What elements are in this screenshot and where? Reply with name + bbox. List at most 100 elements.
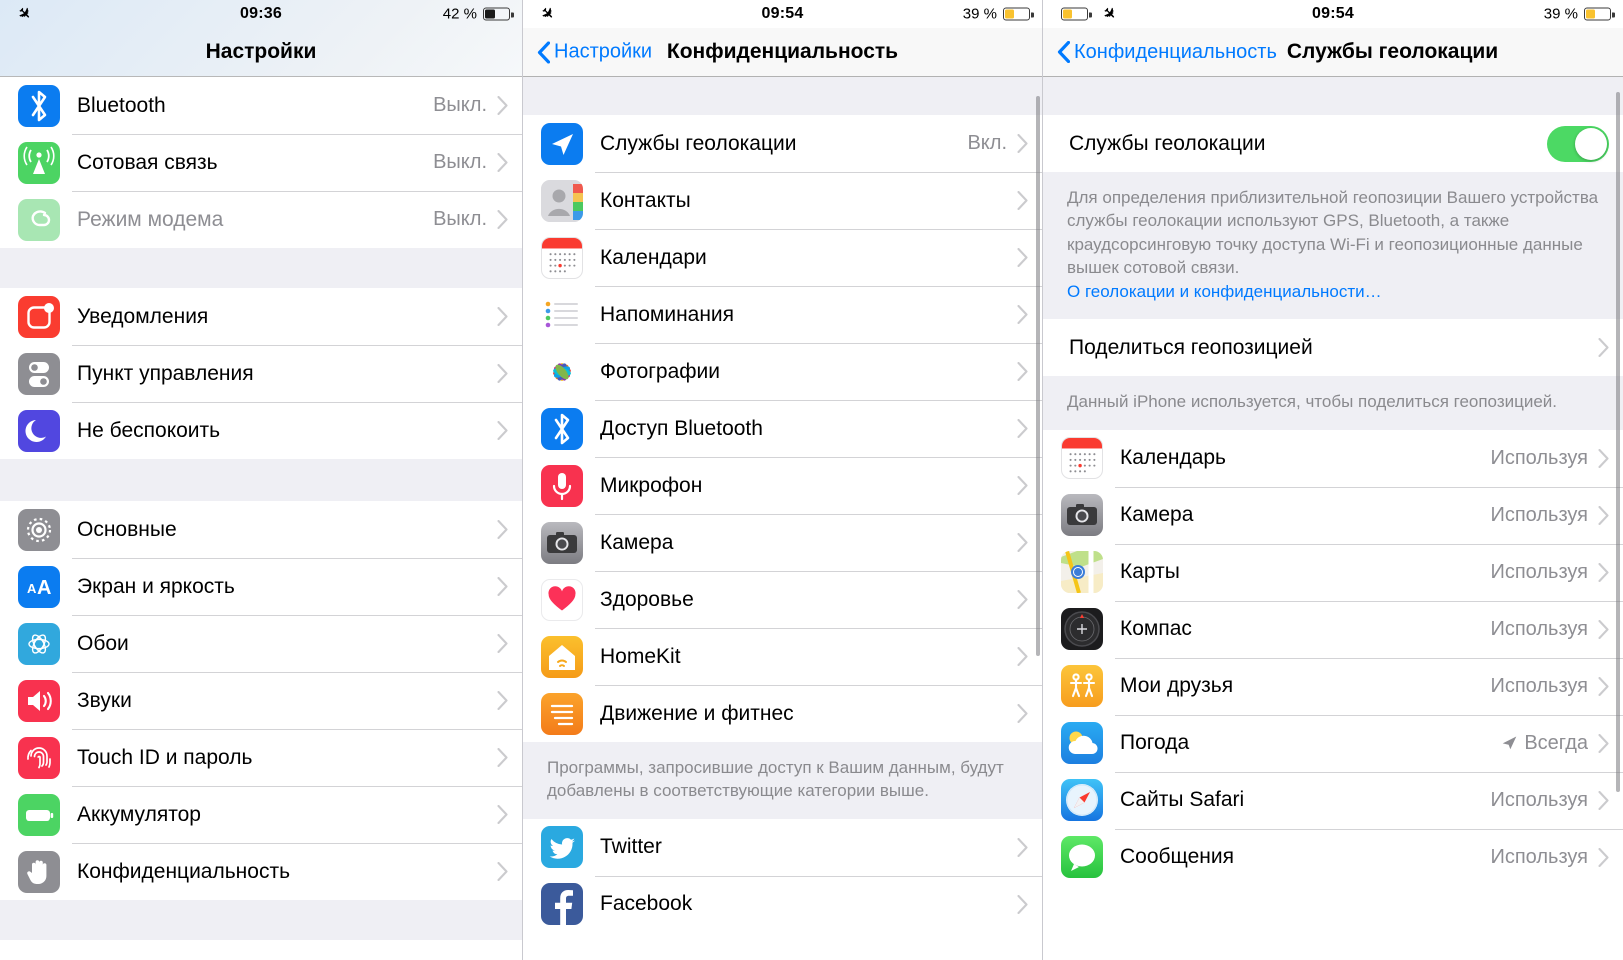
list-item[interactable]: HomeKit bbox=[523, 628, 1042, 685]
list-item[interactable]: Службы геолокации Вкл. bbox=[523, 115, 1042, 172]
chevron-right-icon bbox=[1017, 647, 1028, 666]
list-item[interactable]: Фотографии bbox=[523, 343, 1042, 400]
list-item[interactable]: Камера Используя bbox=[1043, 486, 1623, 544]
list-item[interactable]: Доступ Bluetooth bbox=[523, 400, 1042, 457]
battery-icon bbox=[483, 7, 514, 21]
list-item[interactable]: Здоровье bbox=[523, 571, 1042, 628]
section-gap bbox=[0, 248, 522, 288]
chevron-right-icon bbox=[1598, 505, 1609, 525]
list-item[interactable]: Аккумулятор bbox=[0, 786, 522, 843]
motion-fitness-icon bbox=[541, 692, 583, 735]
list-item[interactable]: Twitter bbox=[523, 818, 1042, 876]
back-button[interactable]: Конфиденциальность bbox=[1057, 41, 1277, 64]
list-item-label: Конфиденциальность bbox=[77, 859, 291, 883]
toggle-switch[interactable] bbox=[1547, 125, 1609, 162]
chevron-right-icon bbox=[497, 748, 508, 767]
privacy-info-link[interactable]: О геолокации и конфиденциальности… bbox=[1067, 282, 1382, 301]
list-item[interactable]: Основные bbox=[0, 501, 522, 558]
chevron-right-icon bbox=[1017, 419, 1028, 438]
list-item[interactable]: Пункт управления bbox=[0, 345, 522, 402]
toggle-row-label: Службы геолокации bbox=[1069, 131, 1266, 155]
list-item-label: Bluetooth bbox=[77, 93, 166, 117]
list-item-value: Вкл. bbox=[967, 132, 1007, 154]
list-item-label: Сотовая связь bbox=[77, 150, 218, 174]
homekit-icon bbox=[541, 635, 583, 678]
list-item[interactable]: A A Экран и яркость bbox=[0, 558, 522, 615]
list-item-label: Аккумулятор bbox=[77, 802, 201, 826]
chevron-right-icon bbox=[1598, 733, 1609, 753]
list-item-label: Доступ Bluetooth bbox=[600, 416, 763, 440]
list-item[interactable]: Погода Всегда bbox=[1043, 714, 1623, 772]
list-item-label: Камера bbox=[600, 530, 674, 554]
list-item-label: Камера bbox=[1120, 503, 1194, 527]
compass-icon bbox=[1061, 608, 1103, 651]
list-item-label: Сообщения bbox=[1120, 845, 1234, 869]
location-services-toggle-row[interactable]: Службы геолокации bbox=[1043, 115, 1623, 172]
list-item[interactable]: Конфиденциальность bbox=[0, 843, 522, 900]
list-item[interactable]: Facebook bbox=[523, 875, 1042, 933]
list-item[interactable]: Сайты Safari Используя bbox=[1043, 771, 1623, 829]
list-item[interactable]: Календари bbox=[523, 229, 1042, 286]
section-footer-note: Для определения приблизительной геопозиц… bbox=[1043, 172, 1623, 320]
chevron-right-icon bbox=[497, 862, 508, 881]
list-item-label: Службы геолокации bbox=[600, 131, 797, 155]
list-item[interactable]: Микрофон bbox=[523, 457, 1042, 514]
list-item-label: Режим модема bbox=[77, 207, 224, 231]
list-item[interactable]: Уведомления bbox=[0, 288, 522, 345]
list-item-label: Обои bbox=[77, 631, 129, 655]
list-item[interactable]: Календарь Используя bbox=[1043, 429, 1623, 487]
camera-icon bbox=[541, 521, 583, 564]
back-button[interactable]: Настройки bbox=[537, 41, 652, 64]
do-not-disturb-icon bbox=[18, 409, 60, 452]
chevron-right-icon bbox=[1598, 847, 1609, 867]
list-item[interactable]: Обои bbox=[0, 615, 522, 672]
list-item-value: Используя bbox=[1490, 503, 1588, 526]
list-item-label: Компас bbox=[1120, 617, 1192, 641]
list-item-label: Основные bbox=[77, 517, 177, 541]
location-services-icon bbox=[541, 122, 583, 165]
cellular-icon bbox=[18, 141, 60, 184]
settings-list: Bluetooth Выкл. Сотовая связь Выкл. Режим мо… bbox=[0, 77, 522, 940]
list-item[interactable]: Компас Используя bbox=[1043, 600, 1623, 658]
list-item-label: Не беспокоить bbox=[77, 418, 221, 442]
vertical-scrollbar[interactable] bbox=[1036, 96, 1040, 656]
chevron-right-icon bbox=[1598, 676, 1609, 696]
privacy-list: Службы геолокации Вкл. Контакты Календари На… bbox=[523, 77, 1042, 933]
list-item[interactable]: Touch ID и пароль bbox=[0, 729, 522, 786]
list-item-label: Календари bbox=[600, 245, 707, 269]
list-item[interactable]: Режим модема Выкл. bbox=[0, 191, 522, 248]
list-item[interactable]: Не беспокоить bbox=[0, 402, 522, 459]
list-item[interactable]: Сообщения Используя bbox=[1043, 828, 1623, 886]
general-gear-icon bbox=[18, 508, 60, 551]
list-item[interactable]: Контакты bbox=[523, 172, 1042, 229]
panel-settings: ✈ 09:36 42 % Настройки Bluetooth Выкл. Сот… bbox=[0, 0, 522, 960]
status-bar: ✈ 09:54 39 % bbox=[523, 0, 1042, 28]
chevron-right-icon bbox=[1598, 619, 1609, 639]
section-footer-text: Данный iPhone используется, чтобы подели… bbox=[1067, 392, 1558, 412]
list-section: Службы геолокации Вкл. Контакты Календари На… bbox=[523, 115, 1042, 742]
list-item-label: Поделиться геопозицией bbox=[1069, 335, 1313, 359]
microphone-icon bbox=[541, 464, 583, 507]
list-item[interactable]: Мои друзья Используя bbox=[1043, 657, 1623, 715]
svg-text:A: A bbox=[37, 577, 51, 599]
vertical-scrollbar[interactable] bbox=[1616, 92, 1620, 792]
chevron-right-icon bbox=[1017, 476, 1028, 495]
list-item[interactable]: Звуки bbox=[0, 672, 522, 729]
photos-icon bbox=[541, 350, 583, 393]
list-item[interactable]: Движение и фитнес bbox=[523, 685, 1042, 742]
list-item[interactable]: Карты Используя bbox=[1043, 543, 1623, 601]
location-services-list: Службы геолокации Для определения приблиз… bbox=[1043, 77, 1623, 886]
list-item[interactable]: Напоминания bbox=[523, 286, 1042, 343]
list-item[interactable]: Поделиться геопозицией bbox=[1043, 319, 1623, 377]
nav-bar: Настройки bbox=[0, 28, 522, 77]
list-item[interactable]: Сотовая связь Выкл. bbox=[0, 134, 522, 191]
page-title: Настройки bbox=[205, 40, 317, 63]
list-item[interactable]: Bluetooth Выкл. bbox=[0, 77, 522, 134]
privacy-hand-icon bbox=[18, 850, 60, 893]
chevron-right-icon bbox=[1598, 338, 1609, 358]
list-item[interactable]: Камера bbox=[523, 514, 1042, 571]
section-footer-text: Для определения приблизительной геопозиц… bbox=[1067, 188, 1599, 278]
list-section: Основные A A Экран и яркость Обои Звуки Touch … bbox=[0, 501, 522, 900]
chevron-right-icon bbox=[497, 210, 508, 229]
list-item-label: Карты bbox=[1120, 560, 1180, 584]
